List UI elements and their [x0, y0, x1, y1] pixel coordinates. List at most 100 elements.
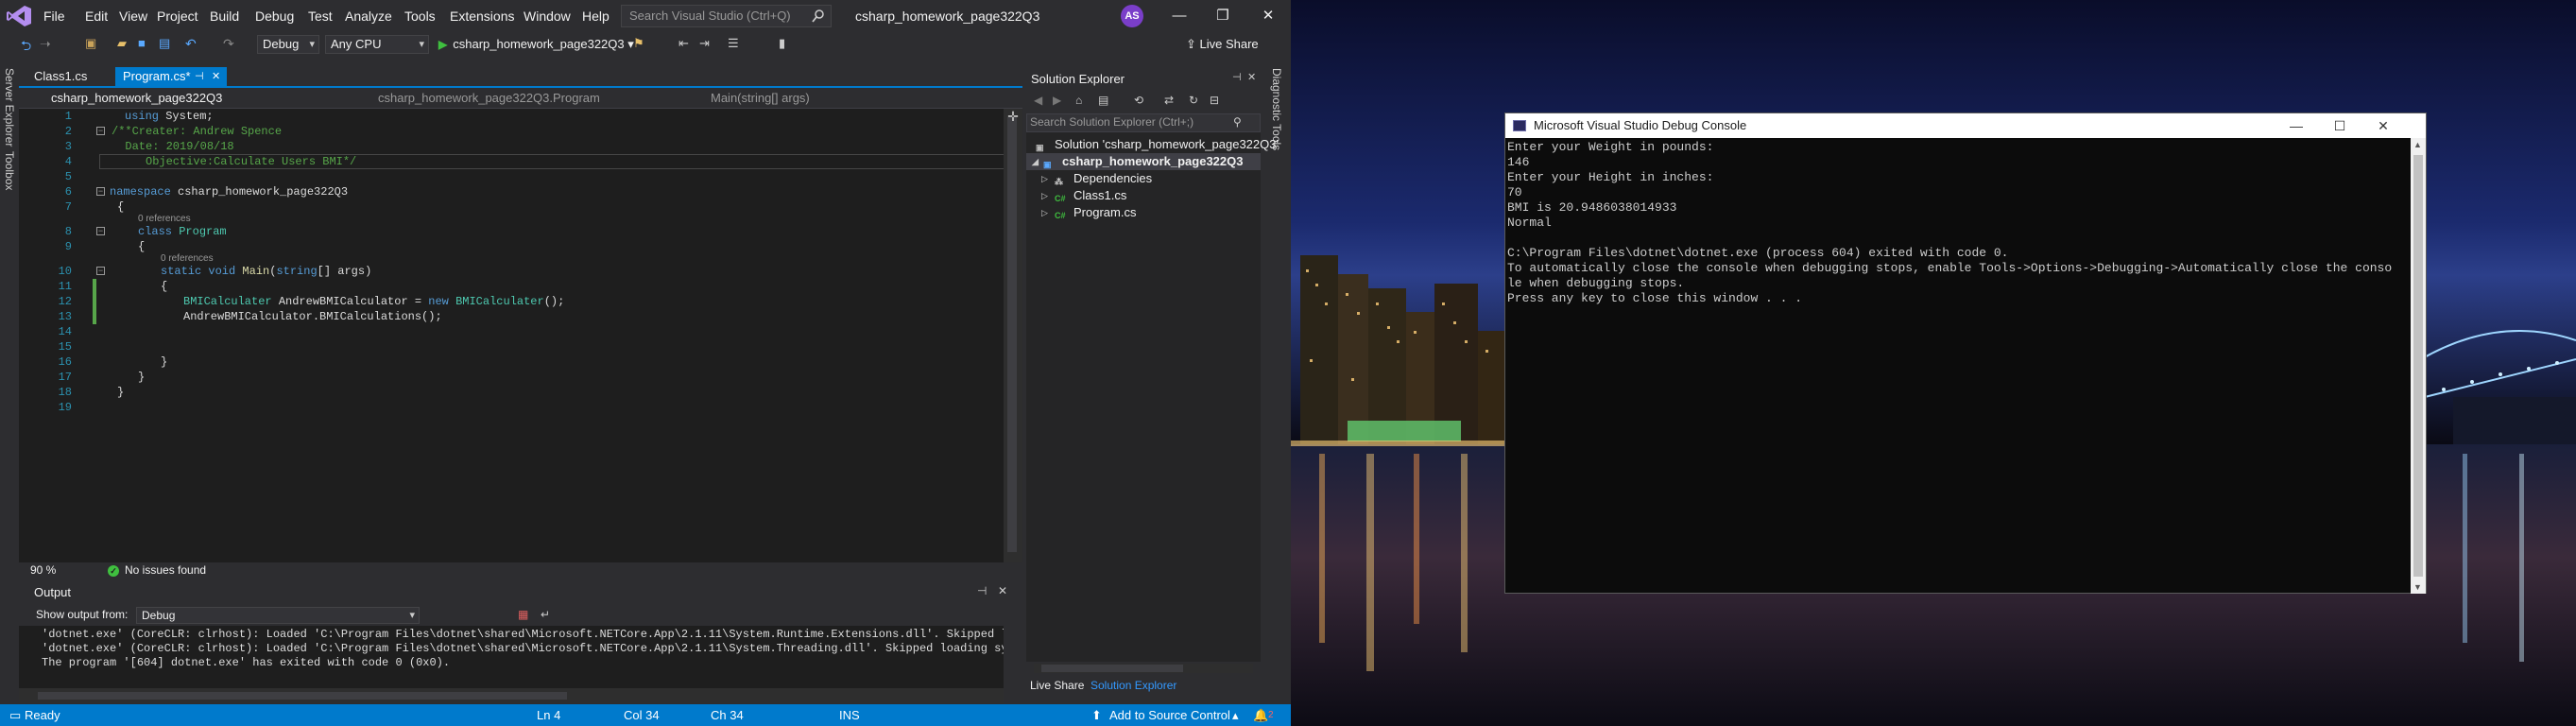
- console-output[interactable]: Enter your Weight in pounds: 146 Enter y…: [1505, 138, 2411, 594]
- menu-window[interactable]: Window: [516, 0, 578, 32]
- issues-status[interactable]: No issues found: [125, 563, 206, 577]
- collapse-method-icon[interactable]: −: [96, 267, 105, 275]
- solution-tree[interactable]: ▣ Solution 'csharp_homework_page322Q3' ◢ ▣…: [1026, 132, 1279, 662]
- collapse-comment-icon[interactable]: −: [96, 127, 105, 135]
- add-to-source-control-button[interactable]: Add to Source Control: [1109, 704, 1230, 726]
- scroll-down-icon[interactable]: ▼: [2413, 582, 2422, 592]
- sol-sync-icon[interactable]: ⇄: [1164, 94, 1174, 107]
- vs-restore-button[interactable]: ❐: [1204, 0, 1242, 32]
- codelens-main-references[interactable]: 0 references: [161, 253, 214, 264]
- indent-icon[interactable]: ☰: [728, 36, 745, 53]
- bookmark-icon[interactable]: ▮: [779, 36, 796, 53]
- find-icon[interactable]: ⚑: [633, 36, 650, 53]
- nav-member-dropdown[interactable]: Main(string[] args): [692, 90, 994, 107]
- platform-dropdown[interactable]: Any CPU: [325, 35, 429, 54]
- undo-icon[interactable]: ↶: [185, 36, 202, 53]
- visual-studio-window[interactable]: File Edit View Project Build Debug Test …: [0, 0, 1291, 726]
- redo-icon[interactable]: ↷: [223, 36, 240, 53]
- tree-class1-node[interactable]: ▷ C# Class1.cs: [1041, 187, 1126, 204]
- debug-console-window[interactable]: Microsoft Visual Studio Debug Console — …: [1504, 112, 2427, 594]
- collapse-namespace-icon[interactable]: −: [96, 187, 105, 196]
- notification-bell-icon[interactable]: 🔔: [1253, 704, 1268, 726]
- open-folder-icon[interactable]: ▰: [117, 36, 134, 53]
- vs-minimize-button[interactable]: —: [1160, 0, 1198, 32]
- console-close-button[interactable]: ✕: [2361, 113, 2405, 138]
- zoom-level[interactable]: 90 %: [30, 563, 56, 577]
- tab-class1[interactable]: Class1.cs: [26, 67, 94, 86]
- menu-debug[interactable]: Debug: [248, 0, 301, 32]
- toolbox-tab[interactable]: Toolbox: [3, 151, 16, 190]
- tab-solution-explorer[interactable]: Solution Explorer: [1091, 679, 1176, 692]
- menu-build[interactable]: Build: [202, 0, 247, 32]
- back-icon[interactable]: ⮌: [21, 36, 38, 53]
- console-scrollbar[interactable]: ▲ ▼: [2411, 138, 2426, 594]
- server-explorer-tab[interactable]: Server Explorer: [3, 68, 16, 147]
- output-pin-icon[interactable]: ⊣: [977, 584, 987, 597]
- sol-search-icon[interactable]: ⚲: [1233, 115, 1242, 129]
- save-all-icon[interactable]: ▤: [159, 36, 176, 53]
- sol-history-icon[interactable]: ⟲: [1134, 94, 1143, 107]
- vs-titlebar[interactable]: File Edit View Project Build Debug Test …: [0, 0, 1291, 32]
- save-icon[interactable]: ■: [138, 36, 155, 53]
- menu-help[interactable]: Help: [575, 0, 617, 32]
- sol-collapse-icon[interactable]: ⊟: [1210, 94, 1219, 107]
- output-text[interactable]: 'dotnet.exe' (CoreCLR: clrhost): Loaded …: [19, 626, 1004, 688]
- sol-close-icon[interactable]: ✕: [1247, 71, 1256, 83]
- toggle-icon[interactable]: ⇥: [699, 36, 716, 53]
- clear-output-icon[interactable]: ▦: [518, 608, 528, 621]
- expand-arrow-icon[interactable]: ◢: [1032, 153, 1039, 170]
- output-source-dropdown[interactable]: Debug: [136, 607, 420, 624]
- collapsed-arrow-icon[interactable]: ▷: [1041, 170, 1048, 187]
- collapse-class-icon[interactable]: −: [96, 227, 105, 235]
- nav-project-dropdown[interactable]: csharp_homework_page322Q3: [32, 90, 353, 107]
- sol-forward-icon[interactable]: ▶: [1053, 94, 1061, 107]
- tab-program[interactable]: Program.cs* ⊣ ✕: [115, 67, 227, 86]
- split-editor-icon[interactable]: ✛: [1004, 109, 1022, 125]
- editor-scroll-thumb[interactable]: [1007, 117, 1017, 552]
- code-editor[interactable]: 1 2 3 4 5 6 7 8 9 10 11 12 13 14 15 16 1…: [19, 109, 1004, 562]
- output-horizontal-scrollbar[interactable]: [19, 688, 1004, 703]
- vs-close-button[interactable]: ✕: [1249, 0, 1287, 32]
- menu-extensions[interactable]: Extensions: [442, 0, 522, 32]
- tree-dependencies-node[interactable]: ▷ ⁂ Dependencies: [1041, 170, 1152, 187]
- solution-search-input[interactable]: Search Solution Explorer (Ctrl+;) ⚲: [1026, 113, 1261, 132]
- output-close-icon[interactable]: ✕: [998, 584, 1007, 597]
- sol-hscroll[interactable]: [1034, 664, 1253, 673]
- notification-count[interactable]: 2: [1268, 704, 1274, 726]
- word-wrap-icon[interactable]: ↵: [541, 608, 550, 621]
- menu-file[interactable]: File: [36, 0, 73, 32]
- live-share-button[interactable]: ⇪ Live Share: [1186, 35, 1259, 54]
- nav-class-dropdown[interactable]: csharp_homework_page322Q3.Program: [359, 90, 680, 107]
- tree-solution-node[interactable]: ▣ Solution 'csharp_homework_page322Q3': [1036, 136, 1279, 153]
- tree-project-node[interactable]: ◢ ▣ csharp_homework_page322Q3: [1026, 153, 1261, 170]
- output-hscroll-thumb[interactable]: [38, 692, 567, 700]
- menu-project[interactable]: Project: [149, 0, 206, 32]
- new-project-icon[interactable]: ▣: [85, 36, 102, 53]
- sol-back-icon[interactable]: ◀: [1034, 94, 1042, 107]
- user-avatar[interactable]: AS: [1121, 5, 1143, 27]
- sol-home-icon[interactable]: ⌂: [1075, 94, 1082, 107]
- codelens-class-references[interactable]: 0 references: [138, 214, 191, 224]
- scroll-up-icon[interactable]: ▲: [2413, 140, 2422, 149]
- tree-program-node[interactable]: ▷ C# Program.cs: [1041, 204, 1136, 221]
- console-titlebar[interactable]: Microsoft Visual Studio Debug Console — …: [1505, 113, 2426, 138]
- menu-edit[interactable]: Edit: [77, 0, 115, 32]
- sol-pin-icon[interactable]: ⊣: [1232, 71, 1242, 83]
- collapsed-arrow-icon[interactable]: ▷: [1041, 204, 1048, 221]
- console-scroll-thumb[interactable]: [2413, 155, 2423, 577]
- sol-refresh-icon[interactable]: ↻: [1189, 94, 1198, 107]
- sol-filter-icon[interactable]: ▤: [1098, 94, 1108, 107]
- menu-analyze[interactable]: Analyze: [337, 0, 400, 32]
- tab-live-share[interactable]: Live Share: [1030, 679, 1084, 692]
- close-tab-icon[interactable]: ✕: [212, 67, 220, 86]
- menu-tools[interactable]: Tools: [397, 0, 443, 32]
- vs-search-input[interactable]: Search Visual Studio (Ctrl+Q): [621, 5, 832, 27]
- step-icon[interactable]: ⇤: [678, 36, 696, 53]
- config-dropdown[interactable]: Debug: [257, 35, 319, 54]
- forward-icon[interactable]: ➝: [40, 36, 57, 53]
- collapsed-arrow-icon[interactable]: ▷: [1041, 187, 1048, 204]
- sol-hscroll-thumb[interactable]: [1041, 665, 1183, 672]
- console-maximize-button[interactable]: ☐: [2318, 113, 2361, 138]
- search-icon[interactable]: [811, 9, 826, 24]
- pin-icon[interactable]: ⊣: [195, 67, 204, 86]
